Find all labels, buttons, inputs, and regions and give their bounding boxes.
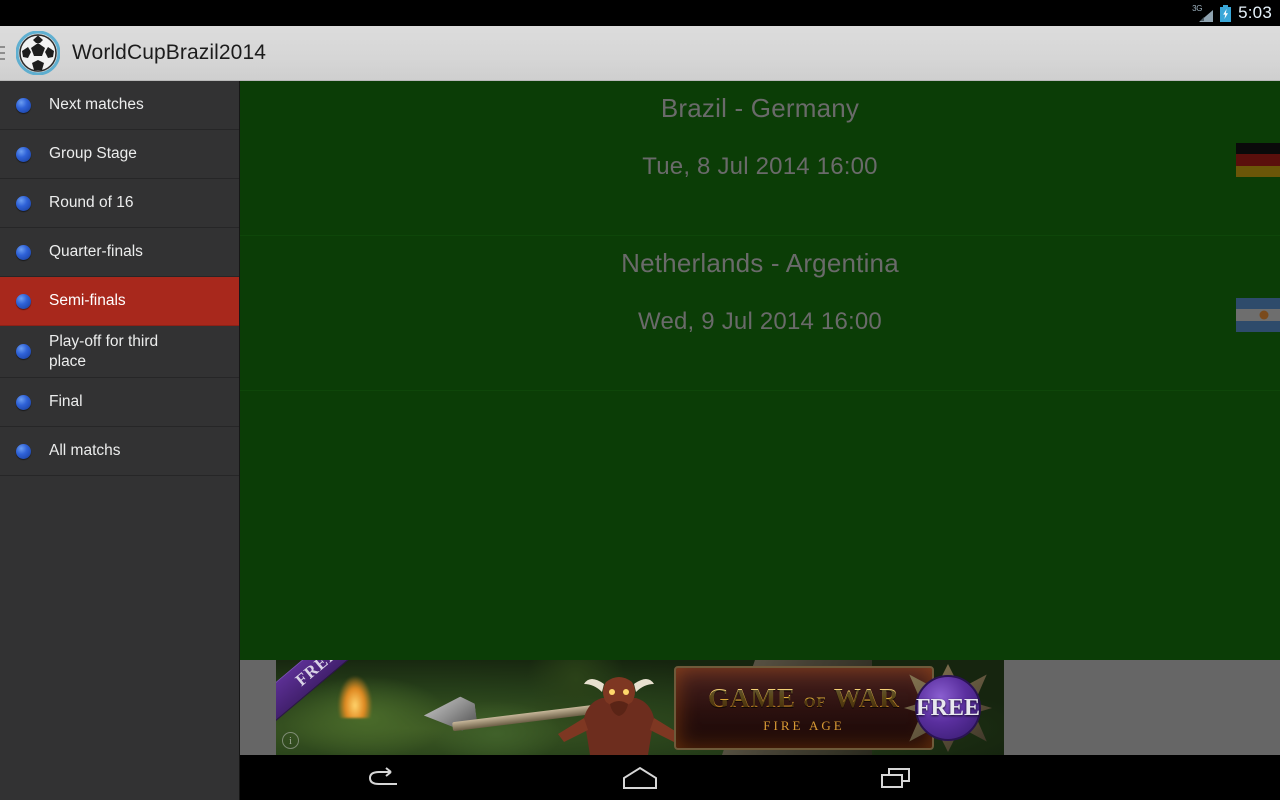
sidebar-item-round-of-16[interactable]: Round of 16 (0, 179, 239, 228)
ad-container: FREE GAME OF WAR FIRE AGE FREE i (240, 660, 1280, 755)
battery-charging-icon (1219, 4, 1232, 22)
status-bar-clock: 5:03 (1238, 3, 1272, 22)
sidebar-item-all-matchs[interactable]: All matchs (0, 427, 239, 476)
ad-free-badge: FREE (904, 664, 992, 752)
sidebar-item-label: All matchs (49, 442, 121, 460)
status-bar: 3G 5:03 (0, 0, 1280, 26)
sidebar-item-semi-finals[interactable]: Semi-finals (0, 277, 239, 326)
signal-bars-icon: 3G (1192, 4, 1214, 22)
back-arrow-icon[interactable] (326, 755, 442, 800)
sidebar-item-label: Semi-finals (49, 292, 126, 310)
match-datetime: Tue, 8 Jul 2014 16:00 (642, 153, 878, 180)
ad-fire-artwork (338, 676, 372, 718)
ad-badge-disc: FREE (915, 675, 981, 741)
hamburger-menu-icon[interactable] (0, 26, 10, 81)
ad-minotaur-artwork (558, 677, 680, 755)
match-teams: Brazil - Germany (660, 93, 860, 123)
sidebar-item-play-off-third-place[interactable]: Play-off for third place (0, 326, 239, 378)
sidebar-item-label: Quarter-finals (49, 243, 143, 261)
blue-sphere-bullet-icon (16, 146, 31, 162)
ad-title-war: WAR (833, 682, 900, 713)
blue-sphere-bullet-icon (16, 97, 31, 113)
ad-title-game: GAME (708, 682, 797, 713)
blue-sphere-bullet-icon (16, 244, 31, 260)
match-list-item[interactable]: Netherlands - Argentina Wed, 9 Jul 2014 … (240, 236, 1280, 391)
sidebar-item-next-matches[interactable]: Next matches (0, 81, 239, 130)
match-teams: Netherlands - Argentina (621, 248, 899, 278)
home-icon[interactable] (582, 755, 698, 800)
blue-sphere-bullet-icon (16, 293, 31, 309)
soccer-ball-icon (15, 30, 61, 76)
android-screen: 3G 5:03 WorldCupBrazil2014 Next matches … (0, 0, 1280, 800)
sidebar-item-label: Play-off for third place (49, 333, 159, 370)
ad-info-icon[interactable]: i (282, 732, 299, 749)
ad-title-of: OF (803, 694, 827, 711)
drawer-empty-space (0, 476, 239, 800)
blue-sphere-bullet-icon (16, 195, 31, 211)
match-list: Brazil - Germany Tue, 8 Jul 2014 16:00 N… (240, 81, 1280, 660)
sun-of-may-icon (1259, 310, 1269, 320)
blue-sphere-bullet-icon (16, 394, 31, 410)
sidebar-item-label: Next matches (49, 96, 144, 114)
recent-apps-icon[interactable] (838, 755, 954, 800)
sidebar-item-label: Final (49, 393, 83, 411)
sidebar-item-label: Round of 16 (49, 194, 134, 212)
status-bar-icons: 3G 5:03 (1192, 0, 1272, 26)
match-list-empty-area (240, 391, 1280, 616)
argentina-flag-icon (1236, 298, 1280, 332)
sidebar-item-label: Group Stage (49, 145, 137, 163)
match-datetime: Wed, 9 Jul 2014 16:00 (638, 308, 882, 335)
germany-flag-icon (1236, 143, 1280, 177)
navigation-drawer: Next matches Group Stage Round of 16 Qua… (0, 81, 240, 800)
action-bar: WorldCupBrazil2014 (0, 26, 1280, 81)
ad-game-subtitle: FIRE AGE (763, 717, 845, 733)
ad-badge-label: FREE (916, 694, 981, 721)
blue-sphere-bullet-icon (16, 344, 31, 359)
blue-sphere-bullet-icon (16, 443, 31, 459)
sidebar-item-final[interactable]: Final (0, 378, 239, 427)
ad-banner[interactable]: FREE GAME OF WAR FIRE AGE FREE i (276, 660, 1004, 755)
sidebar-item-group-stage[interactable]: Group Stage (0, 130, 239, 179)
app-title: WorldCupBrazil2014 (72, 41, 267, 64)
ad-game-logo: GAME OF WAR FIRE AGE (674, 666, 934, 750)
match-list-item[interactable]: Brazil - Germany Tue, 8 Jul 2014 16:00 (240, 81, 1280, 236)
ad-game-title: GAME OF WAR (708, 683, 900, 714)
signal-bars-glyph (1199, 9, 1214, 22)
sidebar-item-quarter-finals[interactable]: Quarter-finals (0, 228, 239, 277)
